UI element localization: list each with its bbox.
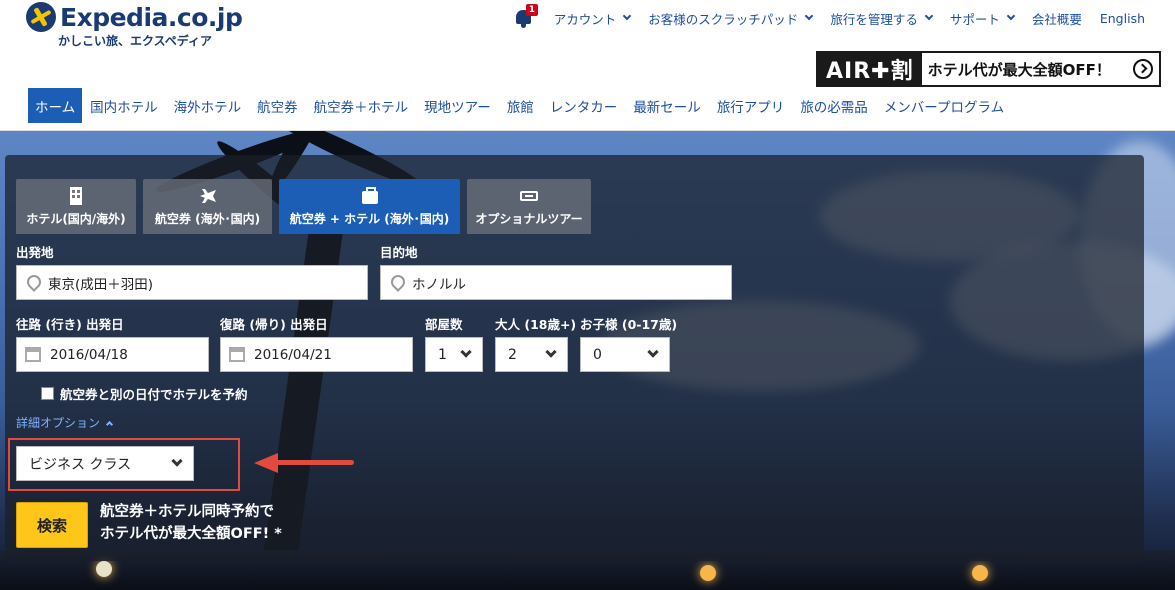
location-pin-icon (390, 275, 402, 290)
search-tabs: ホテル(国内/海外) 航空券 (海外･国内) 航空券 + ホテル (海外･国内)… (16, 179, 598, 234)
tab-hotels[interactable]: ホテル(国内/海外) (16, 179, 136, 234)
nav-item-home[interactable]: ホーム (28, 88, 83, 123)
adults-label: 大人 (18歳+) (495, 317, 577, 332)
support-menu[interactable]: サポート (950, 9, 1016, 28)
chevron-down-icon (805, 11, 814, 21)
nav-item-sale[interactable]: 最新セール (625, 88, 709, 123)
depart-date-label: 往路 (行き) 出発日 (16, 317, 124, 332)
chevron-down-icon (545, 346, 557, 358)
plane-icon (198, 187, 218, 205)
chevron-down-icon (171, 455, 183, 467)
chevron-down-icon (924, 11, 934, 21)
chevron-down-icon (1006, 11, 1016, 21)
account-menu[interactable]: アカウント (554, 9, 632, 28)
nav-item-flights[interactable]: 航空券 (249, 88, 306, 123)
nav-item-ryokan[interactable]: 旅館 (499, 88, 542, 123)
advanced-options-link[interactable]: 詳細オプション (16, 414, 114, 431)
scratchpad-menu[interactable]: お客様のスクラッチパッド (648, 9, 814, 28)
chevron-down-icon (460, 346, 472, 358)
company-link[interactable]: 会社概要 (1032, 9, 1082, 28)
main-navigation: ホーム 国内ホテル 海外ホテル 航空券 航空券＋ホテル 現地ツアー 旅館 レンタ… (28, 88, 1012, 123)
notification-badge: 1 (525, 4, 539, 16)
nav-item-essentials[interactable]: 旅の必需品 (792, 88, 876, 123)
destination-label: 目的地 (380, 245, 418, 260)
notification-bell[interactable]: 1 (514, 4, 539, 28)
annotation-arrow (254, 453, 354, 473)
top-navigation: 1 アカウント お客様のスクラッチパッド 旅行を管理する サポート 会社概要 E… (514, 4, 1145, 28)
rooms-select[interactable]: 1 (425, 337, 483, 372)
nav-item-member-program[interactable]: メンバープログラム (876, 88, 1012, 123)
chevron-right-circle-icon (1133, 59, 1153, 79)
nav-item-tours[interactable]: 現地ツアー (416, 88, 499, 123)
suitcase-icon (360, 187, 380, 205)
children-select[interactable]: 0 (580, 337, 670, 372)
origin-label: 出発地 (16, 245, 54, 260)
depart-date-input[interactable]: 2016/04/18 (16, 337, 209, 372)
nav-item-domestic-hotels[interactable]: 国内ホテル (82, 88, 166, 123)
manage-trips-menu[interactable]: 旅行を管理する (830, 9, 934, 28)
cabin-class-select[interactable]: ビジネス クラス (16, 446, 194, 481)
chevron-up-icon (105, 420, 114, 428)
search-button[interactable]: 検索 (16, 502, 88, 548)
ticket-icon (519, 187, 539, 205)
logo-tagline: かしこい旅、エクスペディア (58, 34, 212, 48)
tab-flight-hotel[interactable]: 航空券 + ホテル (海外･国内) (279, 179, 460, 234)
english-link[interactable]: English (1100, 11, 1145, 26)
banner-badge: AIR✚割 (818, 53, 922, 85)
hotel-icon (66, 187, 86, 205)
separate-dates-checkbox[interactable] (41, 387, 54, 400)
logo-text: Expedia.co.jp (60, 2, 243, 32)
children-label: お子様 (0-17歳) (580, 317, 678, 332)
origin-input[interactable]: 東京(成田＋羽田) (16, 265, 368, 300)
adults-select[interactable]: 2 (495, 337, 568, 372)
location-pin-icon (26, 275, 38, 290)
origin-value: 東京(成田＋羽田) (48, 276, 154, 293)
return-date-label: 復路 (帰り) 出発日 (220, 317, 328, 332)
destination-input[interactable]: ホノルル (380, 265, 732, 300)
chevron-down-icon (623, 11, 632, 21)
air-discount-banner[interactable]: AIR✚割 ホテル代が最大全額OFF！ (816, 51, 1161, 87)
promo-text: 航空券＋ホテル同時予約で ホテル代が最大全額OFF! * (100, 504, 282, 542)
nav-item-app[interactable]: 旅行アプリ (709, 88, 793, 123)
separate-dates-option[interactable]: 航空券と別の日付でホテルを予約 (41, 384, 248, 403)
tab-optional-tours[interactable]: オプショナルツアー (467, 179, 591, 234)
chevron-down-icon (647, 346, 659, 358)
globe-icon (26, 2, 56, 32)
destination-value: ホノルル (412, 276, 466, 293)
rooms-label: 部屋数 (425, 317, 463, 332)
banner-text: ホテル代が最大全額OFF！ (927, 60, 1111, 79)
return-date-value: 2016/04/21 (254, 346, 332, 363)
nav-item-overseas-hotels[interactable]: 海外ホテル (166, 88, 250, 123)
return-date-input[interactable]: 2016/04/21 (220, 337, 413, 372)
nav-item-rental-car[interactable]: レンタカー (542, 88, 626, 123)
expedia-logo[interactable]: Expedia.co.jp かしこい旅、エクスペディア (26, 2, 243, 60)
calendar-icon (229, 347, 245, 362)
depart-date-value: 2016/04/18 (50, 346, 128, 363)
tab-flights[interactable]: 航空券 (海外･国内) (143, 179, 272, 234)
calendar-icon (25, 347, 41, 362)
nav-item-flight-hotel[interactable]: 航空券＋ホテル (306, 88, 417, 123)
